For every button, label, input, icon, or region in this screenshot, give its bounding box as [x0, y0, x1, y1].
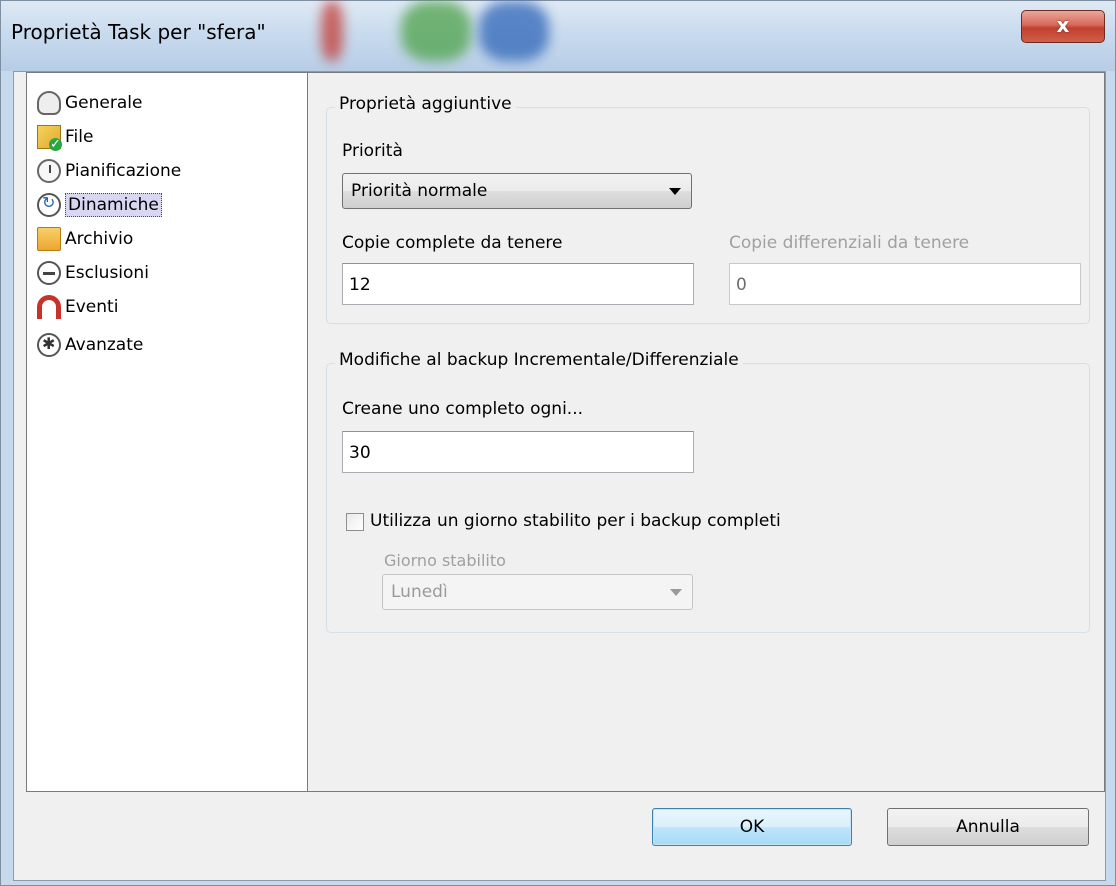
nav-item-archivio[interactable]: Archivio	[37, 223, 133, 255]
nav-item-label: Avanzate	[65, 335, 144, 355]
group-title: Modifiche al backup Incrementale/Differe…	[335, 350, 743, 370]
background-blur-red	[321, 1, 343, 61]
settings-panel: Proprietà aggiuntive Priorità Priorità n…	[308, 72, 1105, 792]
diff-copies-value: 0	[736, 275, 747, 295]
nav-item-esclusioni[interactable]: Esclusioni	[37, 257, 149, 289]
cancel-button[interactable]: Annulla	[887, 808, 1089, 846]
priority-value: Priorità normale	[351, 181, 488, 201]
close-icon: x	[1056, 13, 1070, 37]
diff-copies-label: Copie differenziali da tenere	[729, 233, 970, 253]
folder-icon	[37, 227, 61, 251]
priority-label: Priorità	[342, 141, 403, 161]
full-every-value: 30	[349, 443, 371, 463]
nav-item-label: Archivio	[65, 229, 134, 249]
fixed-day-value: Lunedì	[391, 582, 448, 602]
group-title: Proprietà aggiuntive	[335, 94, 516, 114]
nav-item-label: Esclusioni	[65, 263, 149, 283]
fixed-day-checkbox-label[interactable]: Utilizza un giorno stabilito per i backu…	[370, 511, 781, 531]
nav-item-eventi[interactable]: Eventi	[37, 291, 118, 323]
diff-copies-input[interactable]: 0	[729, 263, 1081, 305]
nav-item-file[interactable]: File	[37, 121, 93, 153]
full-every-label: Creane uno completo ogni...	[342, 399, 584, 419]
nav-item-label: File	[65, 127, 94, 147]
nav-item-label: Dinamiche	[65, 193, 162, 217]
nav-item-label: Pianificazione	[65, 161, 182, 181]
title-bar[interactable]: Proprietà Task per "sfera" x	[1, 1, 1115, 71]
priority-select[interactable]: Priorità normale	[342, 173, 692, 209]
magnet-icon	[37, 295, 61, 319]
exclude-icon	[37, 261, 61, 285]
full-copies-input[interactable]: 12	[342, 263, 694, 305]
window-title: Proprietà Task per "sfera"	[11, 20, 266, 44]
clock-icon	[37, 159, 61, 183]
file-check-icon	[37, 125, 62, 151]
nav-item-pianificazione[interactable]: Pianificazione	[37, 155, 181, 187]
full-copies-label: Copie complete da tenere	[342, 233, 563, 253]
close-button[interactable]: x	[1021, 10, 1105, 43]
refresh-icon	[37, 193, 61, 217]
nav-item-avanzate[interactable]: Avanzate	[37, 329, 143, 361]
chevron-down-icon	[669, 188, 681, 195]
category-list: Generale File Pianificazione Dinamiche A…	[26, 72, 308, 792]
nav-item-generale[interactable]: Generale	[37, 87, 142, 119]
fixed-day-checkbox[interactable]	[346, 513, 364, 531]
background-blur-green	[401, 1, 471, 61]
chevron-down-icon	[670, 589, 682, 596]
properties-dialog: Proprietà Task per "sfera" x Generale Fi…	[0, 0, 1116, 886]
full-copies-value: 12	[349, 275, 371, 295]
fixed-day-select[interactable]: Lunedì	[382, 574, 693, 610]
ok-button[interactable]: OK	[652, 808, 852, 846]
nav-item-label: Eventi	[65, 297, 119, 317]
full-every-input[interactable]: 30	[342, 431, 694, 473]
user-icon	[37, 91, 61, 115]
fixed-day-label: Giorno stabilito	[384, 551, 506, 570]
nav-item-label: Generale	[65, 93, 143, 113]
gear-icon	[37, 333, 61, 357]
nav-item-dinamiche[interactable]: Dinamiche	[37, 189, 162, 221]
dialog-body: Generale File Pianificazione Dinamiche A…	[13, 71, 1106, 881]
background-blur-blue	[479, 1, 549, 61]
